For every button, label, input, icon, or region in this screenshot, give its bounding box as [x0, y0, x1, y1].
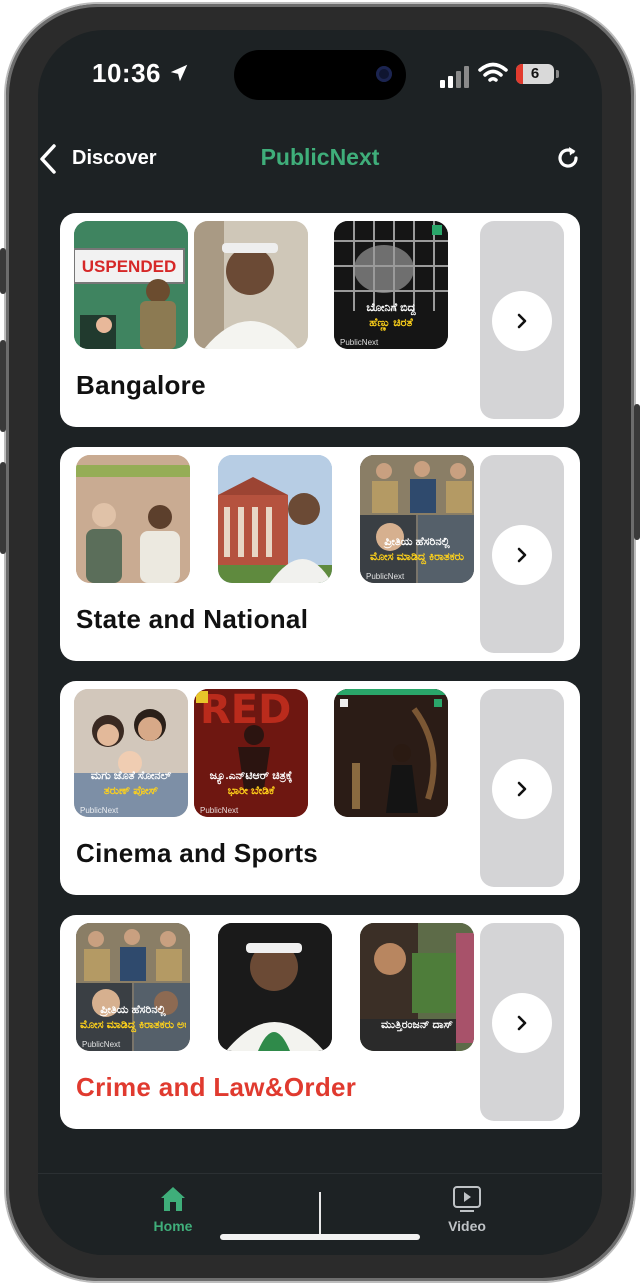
thumbnail[interactable]: USPENDED	[74, 221, 188, 349]
battery-level: 6	[530, 65, 540, 82]
screen: 10:36 6 Discover PublicNext USPENDED ಬೋನ…	[38, 30, 602, 1255]
category-title[interactable]: Crime and Law&Order	[76, 1072, 356, 1103]
portrait-image	[218, 923, 332, 1051]
politicians-image	[76, 455, 190, 583]
tab-home-label: Home	[153, 1218, 193, 1234]
open-category-button[interactable]	[492, 993, 552, 1053]
power-button	[634, 404, 640, 540]
thumbnail[interactable]	[218, 455, 332, 583]
home-indicator	[220, 1234, 420, 1240]
volume-down-button	[0, 462, 6, 554]
caption-line-1: ಮುತ್ತಿರಂಜನ್ ದಾಸ್	[381, 1019, 453, 1032]
caption-line-2: ಮೋಸ ಮಾಡಿದ್ದ ಕಿರಾತಕರು	[370, 551, 464, 564]
vidhana-soudha-image	[218, 455, 332, 583]
volume-up-button	[0, 340, 6, 432]
silent-switch	[0, 248, 6, 294]
thumbnail-caption: ಪ್ರೀತಿಯ ಹೆಸರಿನಲ್ಲಿ ಮೋಸ ಮಾಡಿದ್ದ ಕಿರಾತಕರು	[364, 535, 470, 565]
thumbnail-brand: PublicNext	[200, 806, 239, 815]
thumbnail[interactable]	[194, 221, 308, 349]
wifi-icon	[478, 62, 508, 82]
chevron-right-icon	[517, 1015, 527, 1031]
battery-icon: 6	[516, 64, 554, 84]
tab-home[interactable]: Home	[128, 1184, 218, 1234]
status-bar: 10:36 6	[38, 30, 602, 120]
suspended-image	[74, 221, 188, 349]
tab-bar: Home Video	[38, 1173, 602, 1255]
thumbnail-brand: PublicNext	[340, 338, 379, 347]
caption-line-1: ಬೋನಿಗೆ ಬಿದ್ದ	[366, 302, 416, 315]
category-card-state-national[interactable]: ಪ್ರೀತಿಯ ಹೆಸರಿನಲ್ಲಿ ಮೋಸ ಮಾಡಿದ್ದ ಕಿರಾತಕರು …	[60, 447, 580, 661]
front-camera	[376, 66, 392, 82]
thumbnail[interactable]	[76, 455, 190, 583]
caption-line-2: ಭಾರೀ ಬೇಡಿಕೆ	[227, 785, 275, 798]
caption-line-2: ಹೆಣ್ಣು ಚಿರತೆ	[369, 317, 413, 330]
thumbnail[interactable]: ಮಗು ಜೊತೆ ಸೋನಲ್ ತರುಣ್ ಪೋಸ್ PublicNext	[74, 689, 188, 817]
tab-video[interactable]: Video	[422, 1184, 512, 1234]
thumbnail[interactable]: ಮುತ್ತಿರಂಜನ್ ದಾಸ್	[360, 923, 474, 1051]
thumbnail[interactable]: RED ಜ್ಯೂ.ಎನ್‌ಟಿಆರ್ ಚಿತ್ರಕ್ಕೆ ಭಾರೀ ಬೇಡಿಕೆ…	[194, 689, 308, 817]
thumbnail-caption: ಬೋನಿಗೆ ಬಿದ್ದ ಹೆಣ್ಣು ಚಿರತೆ	[338, 301, 444, 331]
cellular-signal-icon	[440, 66, 469, 88]
location-arrow-icon	[170, 64, 188, 82]
red-carpet-image	[334, 689, 448, 817]
caption-line-1: ಪ್ರೀತಿಯ ಹೆಸರಿನಲ್ಲಿ	[100, 1004, 166, 1017]
tab-divider	[319, 1192, 321, 1236]
caption-line-1: ಪ್ರೀತಿಯ ಹೆಸರಿನಲ್ಲಿ	[384, 536, 450, 549]
category-title[interactable]: State and National	[76, 604, 308, 635]
thumbnail[interactable]: ಪ್ರೀತಿಯ ಹೆಸರಿನಲ್ಲಿ ಮೋಸ ಮಾಡಿದ್ದ ಕಿರಾತಕರು …	[76, 923, 190, 1051]
chevron-right-icon	[517, 547, 527, 563]
see-more-panel[interactable]	[480, 221, 564, 419]
category-card-cinema-sports[interactable]: ಮಗು ಜೊತೆ ಸೋನಲ್ ತರುಣ್ ಪೋಸ್ PublicNext RED…	[60, 681, 580, 895]
nav-header: Discover PublicNext	[38, 120, 602, 198]
status-time: 10:36	[92, 58, 161, 88]
open-category-button[interactable]	[492, 291, 552, 351]
thumbnail[interactable]	[334, 689, 448, 817]
battery-tip	[556, 70, 559, 78]
tab-video-label: Video	[448, 1218, 486, 1234]
see-more-panel[interactable]	[480, 455, 564, 653]
thumbnail-brand: PublicNext	[82, 1040, 121, 1049]
caption-line-1: ಜ್ಯೂ.ಎನ್‌ಟಿಆರ್ ಚಿತ್ರಕ್ಕೆ	[209, 770, 293, 783]
thumbnail[interactable]: ಬೋನಿಗೆ ಬಿದ್ದ ಹೆಣ್ಣು ಚಿರತೆ PublicNext	[334, 221, 448, 349]
caption-line-2: ತರುಣ್ ಪೋಸ್	[103, 785, 159, 798]
see-more-panel[interactable]	[480, 689, 564, 887]
category-list: USPENDED ಬೋನಿಗೆ ಬಿದ್ದ ಹೆಣ್ಣು ಚಿರತೆ Publi…	[38, 198, 602, 1173]
chevron-right-icon	[517, 781, 527, 797]
caption-line-1: ಮಗು ಜೊತೆ ಸೋನಲ್	[90, 770, 172, 783]
page-title: PublicNext	[260, 144, 380, 170]
open-category-button[interactable]	[492, 525, 552, 585]
video-play-icon	[453, 1186, 481, 1212]
thumbnail[interactable]	[218, 923, 332, 1051]
svg-text:RED: RED	[200, 689, 291, 733]
see-more-panel[interactable]	[480, 923, 564, 1121]
thumbnail-caption: ಮುತ್ತಿರಂಜನ್ ದಾಸ್	[364, 1018, 470, 1033]
refresh-icon[interactable]	[554, 144, 582, 172]
thumbnail[interactable]: ಪ್ರೀತಿಯ ಹೆಸರಿನಲ್ಲಿ ಮೋಸ ಮಾಡಿದ್ದ ಕಿರಾತಕರು …	[360, 455, 474, 583]
thumbnail-brand: PublicNext	[366, 572, 405, 581]
thumbnail-caption: ಮಗು ಜೊತೆ ಸೋನಲ್ ತರುಣ್ ಪೋಸ್	[78, 769, 184, 799]
thumbnail-banner: USPENDED	[81, 257, 177, 276]
category-card-crime-law-order[interactable]: ಪ್ರೀತಿಯ ಹೆಸರಿನಲ್ಲಿ ಮೋಸ ಮಾಡಿದ್ದ ಕಿರಾತಕರು …	[60, 915, 580, 1129]
thumbnail-caption: ಜ್ಯೂ.ಎನ್‌ಟಿಆರ್ ಚಿತ್ರಕ್ಕೆ ಭಾರೀ ಬೇಡಿಕೆ	[198, 769, 304, 799]
portrait-image	[194, 221, 308, 349]
category-title[interactable]: Cinema and Sports	[76, 838, 318, 869]
open-category-button[interactable]	[492, 759, 552, 819]
caption-line-2: ಮೋಸ ಮಾಡಿದ್ದ ಕಿರಾತಕರು ಅರೆಸ್ಟ್	[80, 1019, 186, 1032]
thumbnail-caption: ಪ್ರೀತಿಯ ಹೆಸರಿನಲ್ಲಿ ಮೋಸ ಮಾಡಿದ್ದ ಕಿರಾತಕರು …	[80, 1003, 186, 1033]
home-icon	[161, 1187, 185, 1211]
thumbnail-brand: PublicNext	[80, 806, 119, 815]
category-card-bangalore[interactable]: USPENDED ಬೋನಿಗೆ ಬಿದ್ದ ಹೆಣ್ಣು ಚಿರತೆ Publi…	[60, 213, 580, 427]
category-title[interactable]: Bangalore	[76, 370, 206, 401]
chevron-right-icon	[517, 313, 527, 329]
